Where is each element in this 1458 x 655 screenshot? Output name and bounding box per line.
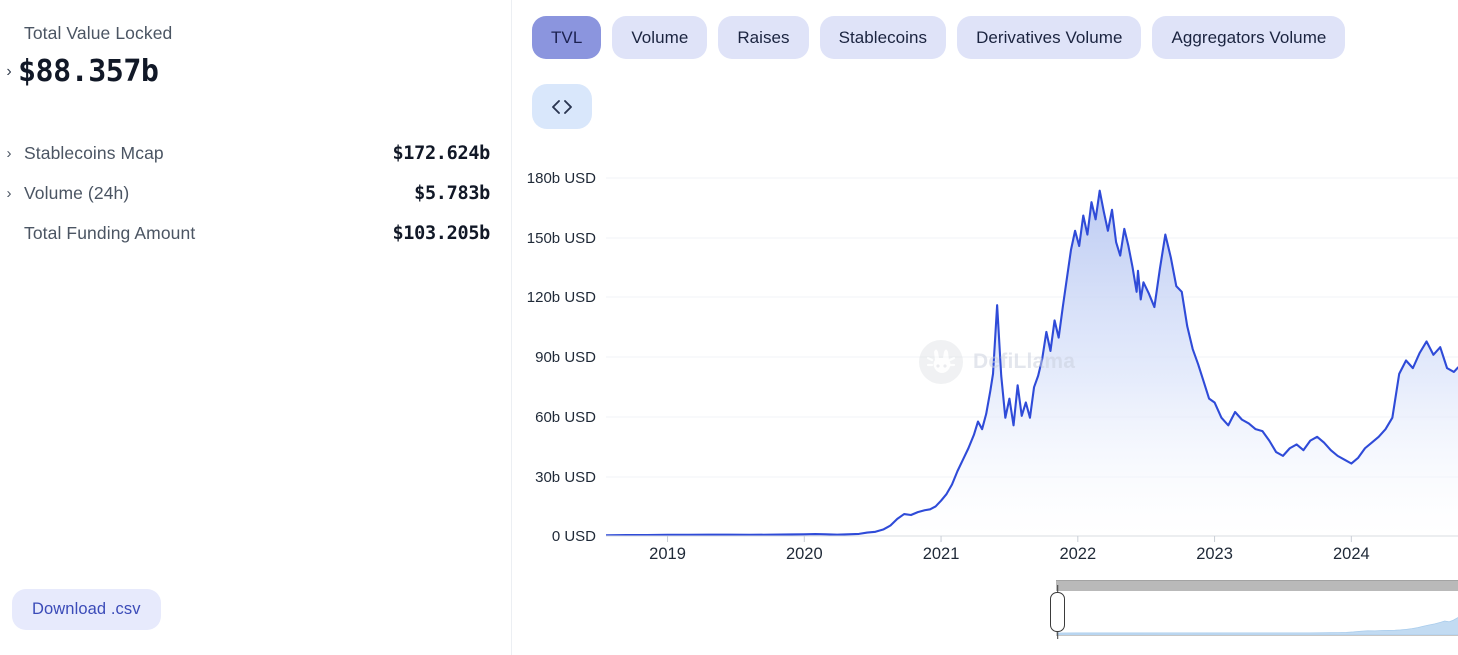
stat-value: $5.783b <box>414 182 490 204</box>
tab-tvl[interactable]: TVL <box>532 16 602 59</box>
chart-panel: TVL Volume Raises Stablecoins Derivative… <box>512 0 1458 655</box>
y-tick-label: 90b USD <box>535 349 596 366</box>
stat-label: Volume (24h) <box>24 182 130 203</box>
tab-aggregators-volume[interactable]: Aggregators Volume <box>1152 16 1346 59</box>
chart-svg: 180b USD 150b USD 120b USD 90b USD 60b U… <box>527 170 1458 563</box>
chevron-right-icon[interactable]: › <box>0 186 18 201</box>
datazoom-preview-chart <box>1057 617 1458 635</box>
tvl-hero-label: Total Value Locked <box>24 23 173 43</box>
stat-label: Stablecoins Mcap <box>24 142 164 163</box>
datazoom-area <box>1057 617 1458 635</box>
stat-list: › Stablecoins Mcap $172.624b › Volume (2… <box>0 133 491 253</box>
y-tick-label: 150b USD <box>527 230 596 247</box>
defillama-dashboard: Total Value Locked › $88.357b › Stableco… <box>0 0 1458 655</box>
tvl-hero-value: $88.357b <box>18 53 159 89</box>
y-tick-label: 30b USD <box>535 469 596 486</box>
chart-tabbar: TVL Volume Raises Stablecoins Derivative… <box>532 16 1346 59</box>
x-tick-label: 2022 <box>1059 545 1096 563</box>
x-tick-label: 2021 <box>923 545 960 563</box>
x-tick-label: 2023 <box>1196 545 1233 563</box>
stat-row-total-funding-amount: Total Funding Amount $103.205b <box>0 213 490 253</box>
y-tick-label: 60b USD <box>535 409 596 426</box>
stats-sidebar: Total Value Locked › $88.357b › Stableco… <box>0 0 512 655</box>
tab-stablecoins[interactable]: Stablecoins <box>819 16 947 59</box>
tvl-hero-stat: Total Value Locked › $88.357b <box>0 22 490 89</box>
chart-datazoom-slider[interactable] <box>1048 580 1458 642</box>
chevron-right-icon[interactable]: › <box>0 64 18 80</box>
series-group <box>606 189 1458 536</box>
stat-value: $172.624b <box>392 142 490 164</box>
tvl-area <box>606 190 1458 536</box>
chevron-right-icon[interactable]: › <box>0 146 18 161</box>
tab-raises[interactable]: Raises <box>718 16 809 59</box>
tvl-hero-row[interactable]: › $88.357b <box>0 53 490 90</box>
tab-volume[interactable]: Volume <box>612 16 708 59</box>
stat-row-volume-24h[interactable]: › Volume (24h) $5.783b <box>0 173 491 213</box>
embed-code-button[interactable] <box>532 84 592 129</box>
datazoom-bar[interactable] <box>1056 580 1458 591</box>
stat-label: Total Funding Amount <box>24 222 196 243</box>
x-tick-label: 2019 <box>649 545 686 563</box>
tvl-area-chart[interactable]: 180b USD 150b USD 120b USD 90b USD 60b U… <box>512 150 1458 565</box>
stat-row-stablecoins-mcap[interactable]: › Stablecoins Mcap $172.624b <box>0 133 491 173</box>
stat-value: $103.205b <box>392 222 490 244</box>
datazoom-preview-track[interactable] <box>1056 592 1458 636</box>
x-tick-label: 2020 <box>786 545 823 563</box>
y-tick-label: 120b USD <box>527 289 596 306</box>
x-tick-label: 2024 <box>1333 545 1370 563</box>
download-csv-button[interactable]: Download .csv <box>12 589 161 630</box>
tab-derivatives-volume[interactable]: Derivatives Volume <box>957 16 1142 59</box>
code-icon <box>552 99 572 114</box>
y-tick-label: 180b USD <box>527 170 596 187</box>
x-axis: 2019 2020 2021 2022 2023 2024 <box>606 535 1458 563</box>
x-tick-marks <box>667 536 1352 542</box>
y-tick-label: 0 USD <box>552 528 596 545</box>
datazoom-left-handle[interactable] <box>1050 592 1065 632</box>
